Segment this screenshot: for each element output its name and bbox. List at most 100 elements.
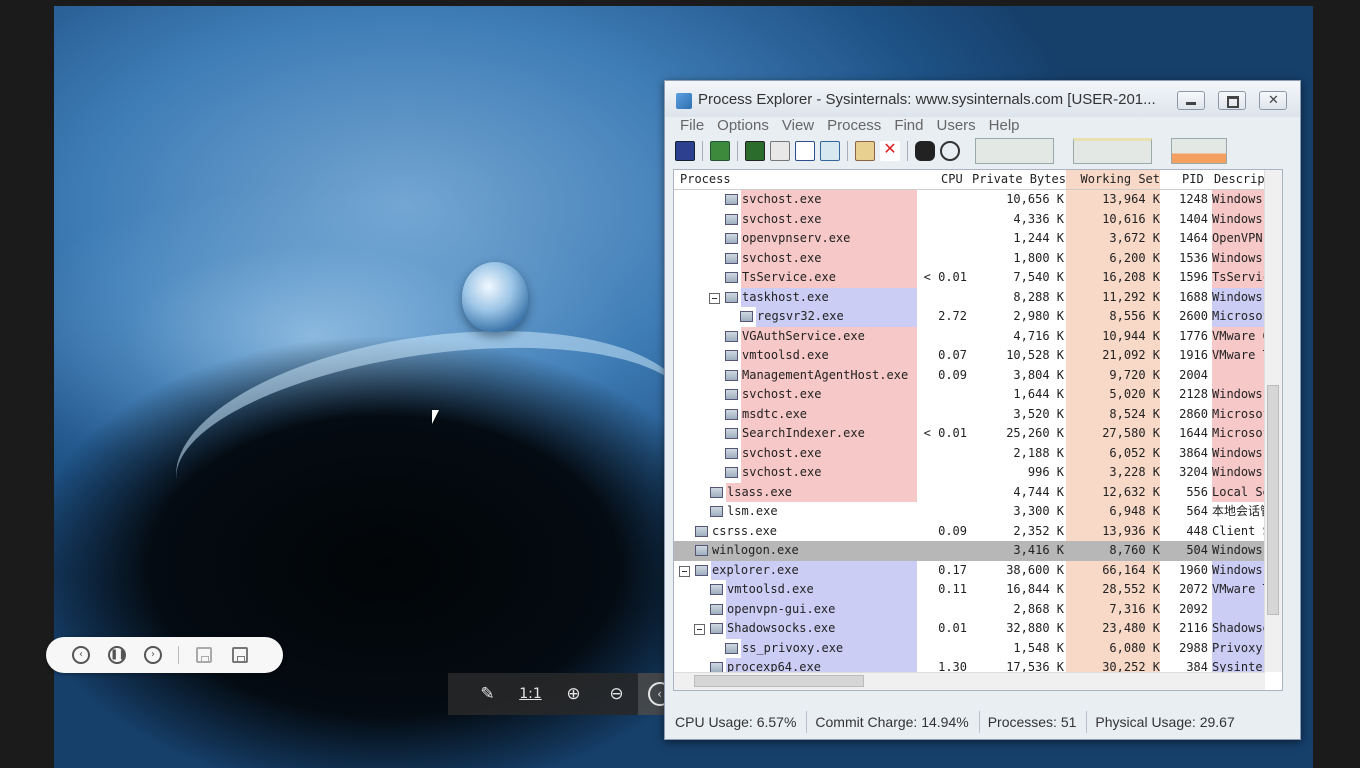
horizontal-scroll-thumb[interactable] bbox=[694, 675, 864, 687]
refresh-icon[interactable] bbox=[710, 141, 730, 161]
process-row[interactable]: ManagementAgentHost.exe 0.09 3,804 K 9,720 … bbox=[674, 365, 1264, 385]
process-icon bbox=[725, 252, 738, 264]
find-binoculars-icon[interactable] bbox=[915, 141, 935, 161]
process-private-bytes: 25,260 K bbox=[1006, 426, 1064, 440]
process-row[interactable]: winlogon.exe 3,416 K 8,760 K 504 Windows 登 bbox=[674, 541, 1264, 561]
column-working-set[interactable]: Working Set bbox=[1066, 170, 1160, 189]
process-row[interactable]: openvpn-gui.exe 2,868 K 7,316 K 2092 bbox=[674, 599, 1264, 619]
close-button[interactable] bbox=[1259, 91, 1287, 110]
process-pid: 1960 bbox=[1179, 562, 1208, 577]
process-row[interactable]: svchost.exe 996 K3,228 K 3204 Windows 服 bbox=[674, 463, 1264, 483]
process-name-cell: vmtoolsd.exe bbox=[674, 346, 917, 366]
previous-button[interactable]: ‹ bbox=[70, 644, 92, 666]
process-private-bytes: 8,288 K bbox=[1013, 289, 1064, 304]
crosshair-target-icon[interactable] bbox=[940, 141, 960, 161]
process-name: lsm.exe bbox=[727, 504, 778, 518]
actual-size-button[interactable]: 1:1 bbox=[509, 673, 552, 715]
edit-button[interactable]: ✎ bbox=[466, 673, 509, 715]
process-description: VMware To bbox=[1212, 346, 1264, 366]
process-description bbox=[1212, 365, 1264, 385]
properties-icon[interactable] bbox=[770, 141, 790, 161]
process-row[interactable]: regsvr32.exe 2.72 2,980 K 8,556 K 2600 Micros… bbox=[674, 307, 1264, 327]
column-pid[interactable]: PID bbox=[1182, 170, 1204, 189]
window-title: Process Explorer - Sysinternals: www.sys… bbox=[698, 91, 1156, 108]
process-row[interactable]: openvpnserv.exe 1,244 K 3,672 K 1464 OpenVPN… bbox=[674, 229, 1264, 249]
process-row[interactable]: svchost.exe 1,800 K6,200 K 1536 Windows 服 bbox=[674, 248, 1264, 268]
process-row[interactable]: taskhost.exe 8,288 K11,292 K 1688 Windows 任 bbox=[674, 287, 1264, 308]
menu-process[interactable]: Process bbox=[827, 117, 881, 137]
collapse-icon[interactable] bbox=[694, 624, 705, 635]
physical-graph[interactable] bbox=[1171, 138, 1227, 164]
save-icon[interactable] bbox=[675, 141, 695, 161]
process-icon bbox=[725, 447, 738, 459]
actual-size-label: 1:1 bbox=[519, 686, 542, 702]
vertical-scrollbar[interactable] bbox=[1264, 170, 1282, 672]
process-row[interactable]: explorer.exe 0.17 38,600 K 66,164 K 1960 Wind… bbox=[674, 560, 1264, 580]
process-pid: 1536 bbox=[1179, 250, 1208, 265]
process-private-bytes: 7,540 K bbox=[1013, 270, 1064, 284]
menu-view[interactable]: View bbox=[782, 117, 814, 137]
maximize-button[interactable] bbox=[1218, 91, 1246, 110]
commit-charge: Commit Charge: 14.94% bbox=[815, 711, 980, 733]
process-description: TsService bbox=[1212, 268, 1264, 288]
process-properties-icon[interactable] bbox=[855, 141, 875, 161]
menu-users[interactable]: Users bbox=[937, 117, 976, 137]
process-cpu: 0.11 bbox=[938, 582, 967, 596]
column-process[interactable]: Process bbox=[680, 170, 731, 189]
process-cpu: < 0.01 bbox=[923, 270, 967, 284]
menu-file[interactable]: File bbox=[680, 117, 704, 137]
process-row[interactable]: SearchIndexer.exe < 0.01 25,260 K 27,580 K 1… bbox=[674, 424, 1264, 444]
process-row[interactable]: svchost.exe 2,188 K6,052 K 3864 Windows 服 bbox=[674, 443, 1264, 463]
next-button[interactable]: › bbox=[142, 644, 164, 666]
save-button[interactable] bbox=[193, 644, 215, 666]
collapse-icon[interactable] bbox=[709, 292, 720, 304]
process-pid: 1464 bbox=[1179, 231, 1208, 245]
vertical-scroll-thumb[interactable] bbox=[1267, 385, 1279, 615]
process-name: svchost.exe bbox=[742, 387, 822, 401]
show-lower-pane-icon[interactable] bbox=[795, 141, 815, 161]
process-working-set: 16,208 K bbox=[1066, 268, 1160, 288]
minimize-button[interactable] bbox=[1177, 91, 1205, 110]
column-private-bytes[interactable]: Private Bytes bbox=[972, 170, 1066, 189]
process-row[interactable]: Shadowsocks.exe 0.01 32,880 K 23,480 K 2116 S… bbox=[674, 619, 1264, 639]
process-row[interactable]: vmtoolsd.exe 0.07 10,528 K 21,092 K 1916 VMwa… bbox=[674, 346, 1264, 366]
process-row[interactable]: msdtc.exe 3,520 K8,524 K 2860 Microsoft bbox=[674, 404, 1264, 424]
menu-options[interactable]: Options bbox=[717, 117, 769, 137]
process-row[interactable]: svchost.exe 1,644 K5,020 K 2128 Windows 服 bbox=[674, 385, 1264, 405]
menu-find[interactable]: Find bbox=[894, 117, 923, 137]
process-private-bytes: 38,600 K bbox=[1006, 562, 1064, 577]
process-name-cell: ManagementAgentHost.exe bbox=[674, 365, 917, 385]
process-row[interactable]: lsass.exe 4,744 K12,632 K 556 Local Sec bbox=[674, 482, 1264, 503]
cpu-graph[interactable] bbox=[975, 138, 1054, 164]
process-cpu bbox=[917, 463, 967, 483]
process-pid: 1776 bbox=[1179, 328, 1208, 343]
process-row[interactable]: lsm.exe 3,300 K6,948 K 564 本地会话管 bbox=[674, 502, 1264, 522]
process-pid: 1596 bbox=[1179, 270, 1208, 284]
horizontal-scrollbar[interactable] bbox=[674, 672, 1265, 690]
process-row[interactable]: TsService.exe < 0.01 7,540 K 16,208 K 1596 Ts… bbox=[674, 268, 1264, 288]
commit-graph[interactable] bbox=[1073, 138, 1152, 164]
process-row[interactable]: svchost.exe 10,656 K13,964 K 1248 Windows 服 bbox=[674, 190, 1264, 210]
system-info-icon[interactable] bbox=[745, 141, 765, 161]
process-row[interactable]: svchost.exe 4,336 K10,616 K 1404 Windows 服 bbox=[674, 209, 1264, 229]
menu-help[interactable]: Help bbox=[989, 117, 1020, 137]
collapse-icon[interactable] bbox=[679, 565, 690, 577]
save-as-button[interactable] bbox=[229, 644, 251, 666]
process-cpu bbox=[917, 483, 967, 503]
process-cpu bbox=[917, 288, 967, 308]
process-row[interactable]: VGAuthService.exe 4,716 K 10,944 K 1776 VMwa… bbox=[674, 326, 1264, 346]
zoom-out-button[interactable]: ⊖ bbox=[595, 673, 638, 715]
process-row[interactable]: vmtoolsd.exe 0.11 16,844 K 28,552 K 2072 VMwa… bbox=[674, 580, 1264, 600]
process-working-set: 3,672 K bbox=[1066, 229, 1160, 249]
process-name-cell: SearchIndexer.exe bbox=[674, 424, 917, 444]
column-cpu[interactable]: CPU bbox=[941, 170, 963, 189]
view-dlls-icon[interactable] bbox=[820, 141, 840, 161]
process-row[interactable]: csrss.exe 0.09 2,352 K13,936 K 448 Client Se bbox=[674, 521, 1264, 541]
process-row[interactable]: ss_privoxy.exe 1,548 K 6,080 K 2988 Privoxy bbox=[674, 638, 1264, 658]
process-description: 本地会话管 bbox=[1212, 504, 1264, 518]
process-pid: 2600 bbox=[1179, 309, 1208, 323]
zoom-in-button[interactable]: ⊕ bbox=[552, 673, 595, 715]
kill-process-icon[interactable]: ✕ bbox=[880, 141, 900, 161]
title-bar[interactable]: Process Explorer - Sysinternals: www.sys… bbox=[665, 81, 1300, 117]
pause-button[interactable]: ❚❚ bbox=[106, 644, 128, 666]
